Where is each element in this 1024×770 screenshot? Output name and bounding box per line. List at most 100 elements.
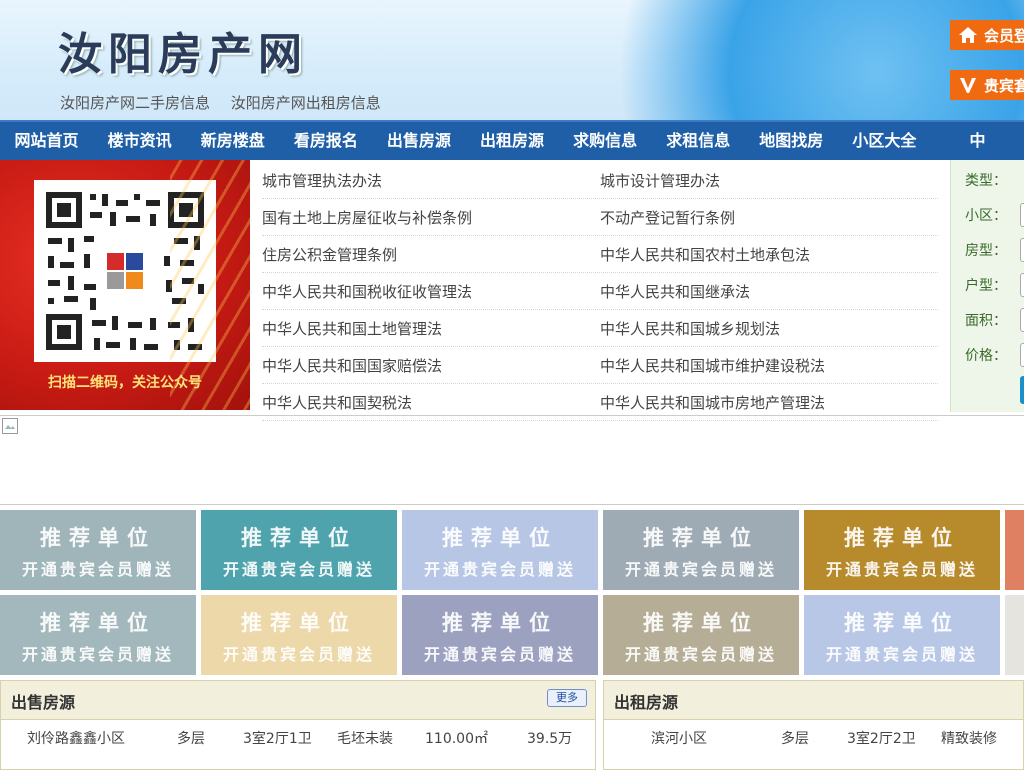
listing-row[interactable]: 滨河小区 多层 3室2厅2卫 精致装修 xyxy=(604,721,1021,755)
promo-tile[interactable]: 推荐单位开通贵宾会员赠送 xyxy=(603,595,799,675)
law-link[interactable]: 中华人民共和国城市维护建设税法 xyxy=(600,355,938,376)
promo-tile[interactable] xyxy=(1005,595,1024,675)
price-label: 价格： xyxy=(965,348,1007,364)
nav-viewing-signup[interactable]: 看房报名 xyxy=(279,122,372,160)
promo-title: 推荐单位 xyxy=(844,526,960,550)
law-link[interactable]: 城市设计管理办法 xyxy=(600,170,938,191)
law-row: 城市管理执法办法 城市设计管理办法 xyxy=(262,162,938,199)
sale-panel-header: 出售房源 更多 xyxy=(1,681,595,720)
promo-tile[interactable]: 推荐单位开通贵宾会员赠送 xyxy=(402,595,598,675)
vip-package-label: 贵宾套 xyxy=(984,76,1024,95)
room-type-label: 房型： xyxy=(965,243,1007,259)
law-row: 中华人民共和国税收征收管理法 中华人民共和国继承法 xyxy=(262,273,938,310)
vip-package-button[interactable]: 贵宾套 xyxy=(950,70,1024,100)
nav-more-truncated[interactable]: 中 xyxy=(931,122,1024,160)
promo-title: 推荐单位 xyxy=(241,611,357,635)
room-type-select[interactable] xyxy=(1020,238,1024,262)
law-link[interactable]: 中华人民共和国土地管理法 xyxy=(262,318,600,339)
law-row: 中华人民共和国土地管理法 中华人民共和国城乡规划法 xyxy=(262,310,938,347)
nav-new-homes[interactable]: 新房楼盘 xyxy=(186,122,279,160)
promo-title: 推荐单位 xyxy=(40,611,156,635)
promo-subtitle: 开通贵宾会员赠送 xyxy=(825,560,978,579)
listing-row[interactable]: 刘伶路鑫鑫小区 多层 3室2厅1卫 毛坯未装 110.00㎡ 39.5万 xyxy=(1,721,587,755)
nav-communities[interactable]: 小区大全 xyxy=(838,122,931,160)
promo-title: 推荐单位 xyxy=(442,611,558,635)
community-input[interactable] xyxy=(1020,203,1024,227)
promo-tile[interactable]: 推荐单位 开通贵宾会员赠送 xyxy=(0,510,196,590)
law-link[interactable]: 中华人民共和国契税法 xyxy=(262,392,600,413)
member-login-label: 会员登 xyxy=(984,26,1024,45)
promo-tile[interactable]: 推荐单位开通贵宾会员赠送 xyxy=(804,510,1000,590)
promo-title: 推荐单位 xyxy=(241,526,357,550)
law-link[interactable]: 住房公积金管理条例 xyxy=(262,244,600,265)
layout-select[interactable] xyxy=(1020,273,1024,297)
promo-subtitle: 开通贵宾会员赠送 xyxy=(423,560,576,579)
promo-subtitle: 开通贵宾会员赠送 xyxy=(624,645,777,664)
law-link[interactable]: 城市管理执法办法 xyxy=(262,170,600,191)
listing-community[interactable]: 刘伶路鑫鑫小区 xyxy=(1,728,177,748)
nav-for-rent[interactable]: 出租房源 xyxy=(465,122,558,160)
law-links-list: 城市管理执法办法 城市设计管理办法 国有土地上房屋征收与补偿条例 不动产登记暂行条例… xyxy=(262,162,938,421)
sale-listings-panel: 出售房源 更多 刘伶路鑫鑫小区 多层 3室2厅1卫 毛坯未装 110.00㎡ 3… xyxy=(0,680,596,770)
promo-tile[interactable]: 推荐单位开通贵宾会员赠送 xyxy=(402,510,598,590)
listing-decoration: 精致装修 xyxy=(941,731,997,747)
type-label: 类型： xyxy=(965,173,1007,189)
promo-tile[interactable]: 推荐单位开通贵宾会员赠送 xyxy=(201,595,397,675)
promo-subtitle: 开通贵宾会员赠送 xyxy=(21,560,174,579)
member-login-button[interactable]: 会员登 xyxy=(950,20,1024,50)
rent-panel-title: 出租房源 xyxy=(614,693,679,712)
law-link[interactable]: 中华人民共和国农村土地承包法 xyxy=(600,244,938,265)
broken-image-icon xyxy=(2,418,18,434)
rental-link[interactable]: 汝阳房产网出租房信息 xyxy=(231,94,381,112)
listing-decoration: 毛坯未装 xyxy=(337,731,393,747)
sale-panel-title: 出售房源 xyxy=(11,693,76,712)
secondhand-link[interactable]: 汝阳房产网二手房信息 xyxy=(60,94,210,112)
qr-code-banner[interactable]: 扫描二维码，关注公众号 xyxy=(0,160,250,410)
promo-subtitle: 开通贵宾会员赠送 xyxy=(222,645,375,664)
nav-market-news[interactable]: 楼市资讯 xyxy=(93,122,186,160)
promo-subtitle: 开通贵宾会员赠送 xyxy=(222,560,375,579)
promo-title: 推荐单位 xyxy=(844,611,960,635)
law-link[interactable]: 国有土地上房屋征收与补偿条例 xyxy=(262,207,600,228)
promo-subtitle: 开通贵宾会员赠送 xyxy=(423,645,576,664)
law-link[interactable]: 中华人民共和国城乡规划法 xyxy=(600,318,938,339)
price-select[interactable] xyxy=(1020,343,1024,367)
promo-tile[interactable]: 推荐单位开通贵宾会员赠送 xyxy=(201,510,397,590)
law-row: 住房公积金管理条例 中华人民共和国农村土地承包法 xyxy=(262,236,938,273)
nav-for-sale[interactable]: 出售房源 xyxy=(372,122,465,160)
search-submit-button[interactable] xyxy=(1020,376,1024,404)
nav-wanted-rent[interactable]: 求租信息 xyxy=(652,122,745,160)
promo-tile[interactable]: 推荐单位开通贵宾会员赠送 xyxy=(804,595,1000,675)
listing-area: 110.00㎡ xyxy=(425,731,488,747)
law-link[interactable]: 不动产登记暂行条例 xyxy=(600,207,938,228)
listing-layout: 3室2厅2卫 xyxy=(847,731,916,747)
area-label: 面积： xyxy=(965,313,1007,329)
listing-layout: 3室2厅1卫 xyxy=(243,731,312,747)
promo-title: 推荐单位 xyxy=(643,611,759,635)
law-link[interactable]: 中华人民共和国国家赔偿法 xyxy=(262,355,600,376)
promo-subtitle: 开通贵宾会员赠送 xyxy=(825,645,978,664)
house-search-panel: 类型： 小区： 房型： 户型： 面积： 价格： xyxy=(950,160,1024,412)
law-link[interactable]: 中华人民共和国继承法 xyxy=(600,281,938,302)
wide-ad-banner[interactable] xyxy=(0,415,1024,505)
nav-map-search[interactable]: 地图找房 xyxy=(745,122,838,160)
community-label: 小区： xyxy=(965,208,1007,224)
promo-tile[interactable]: 推荐单位开通贵宾会员赠送 xyxy=(603,510,799,590)
promo-tile[interactable] xyxy=(1005,510,1024,590)
area-select[interactable] xyxy=(1020,308,1024,332)
law-link[interactable]: 中华人民共和国城市房地产管理法 xyxy=(600,392,938,413)
nav-home[interactable]: 网站首页 xyxy=(0,122,93,160)
main-nav: 网站首页 楼市资讯 新房楼盘 看房报名 出售房源 出租房源 求购信息 求租信息 … xyxy=(0,120,1024,160)
listing-community[interactable]: 滨河小区 xyxy=(604,728,781,748)
qr-code-icon xyxy=(46,192,204,350)
more-button[interactable]: 更多 xyxy=(547,689,587,707)
promo-title: 推荐单位 xyxy=(643,526,759,550)
home-icon xyxy=(959,27,977,43)
promo-title: 推荐单位 xyxy=(442,526,558,550)
promo-tile[interactable]: 推荐单位 开通贵宾会员赠送 xyxy=(0,595,196,675)
nav-wanted-buy[interactable]: 求购信息 xyxy=(559,122,652,160)
law-link[interactable]: 中华人民共和国税收征收管理法 xyxy=(262,281,600,302)
rent-listings-panel: 出租房源 滨河小区 多层 3室2厅2卫 精致装修 xyxy=(603,680,1024,770)
site-logo-title[interactable]: 汝阳房产网 xyxy=(58,18,308,82)
promo-subtitle: 开通贵宾会员赠送 xyxy=(624,560,777,579)
